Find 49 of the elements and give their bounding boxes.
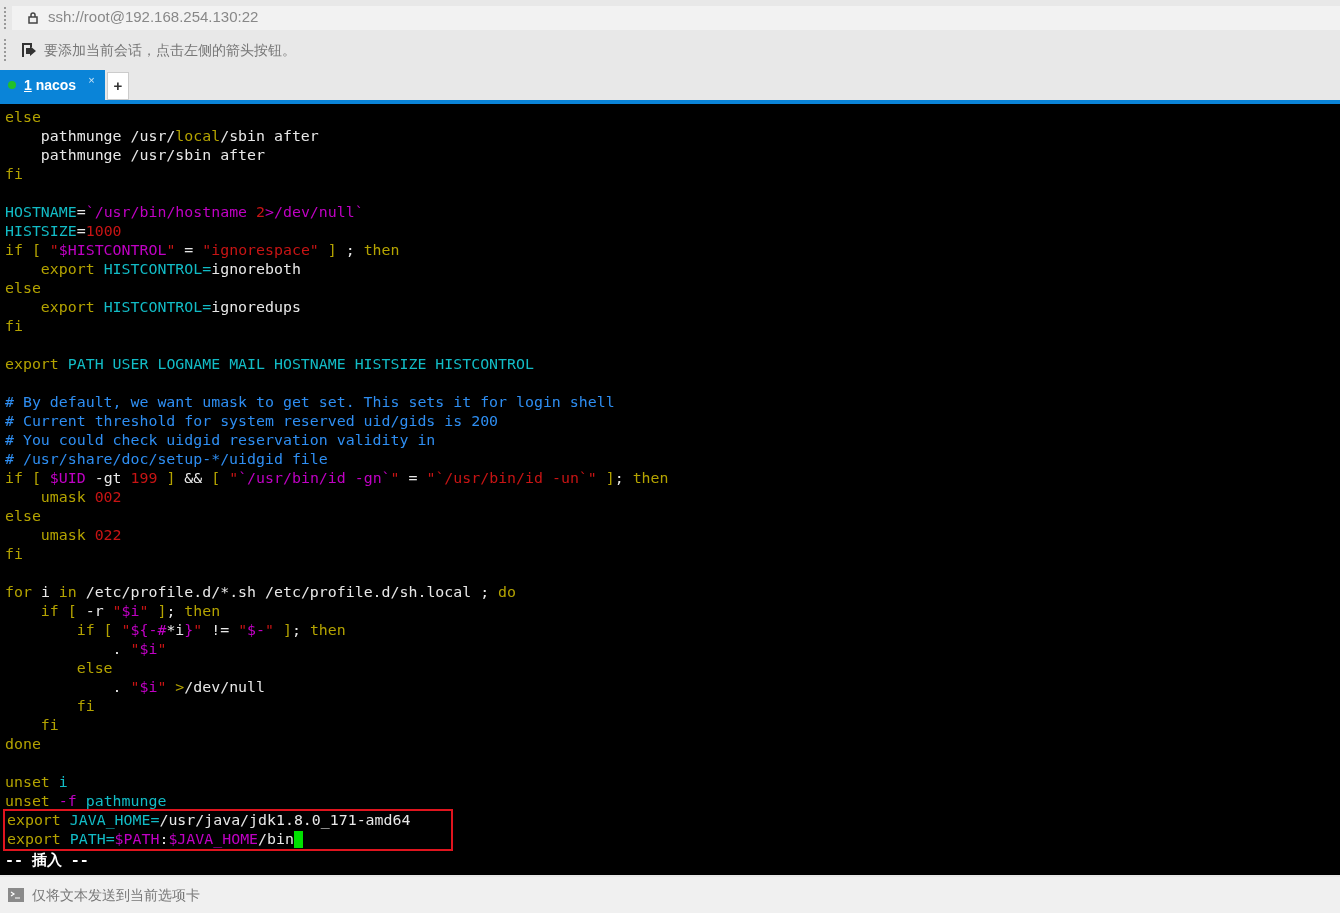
code-line: # Current threshold for system reserved uid/gids is 200 [5,412,499,431]
code-line: fi [75,697,95,716]
code-line: export PATH USER LOGNAME MAIL HOSTNAME HISTSIZE HISTCONTROL [5,355,534,374]
code-line: # You could check uidgid reservation validity in [5,431,436,450]
grip-handle[interactable] [4,39,6,61]
grip-handle[interactable] [4,6,6,29]
code-line: . "$i" >/dev/null [111,678,265,697]
code-line: else [5,507,41,526]
session-tab[interactable]: 1 nacos × [0,70,105,100]
code-line: done [5,735,41,754]
terminal-icon[interactable] [8,888,24,902]
code-line: export JAVA_HOME=/usr/java/jdk1.8.0_171-amd64 [7,811,411,830]
send-hint-text: 仅将文本发送到当前选项卡 [32,885,200,905]
address-bar[interactable]: ssh://root@192.168.254.130:22 [12,5,1340,30]
code-line: umask 002 [39,488,122,507]
code-line: # /usr/share/doc/setup-*/uidgid file [5,450,328,469]
code-line: umask 022 [39,526,122,545]
code-line: else [5,279,41,298]
code-line: HOSTNAME=`/usr/bin/hostname 2>/dev/null` [5,203,364,222]
code-line: unset -f pathmunge [5,792,167,811]
new-tab-button[interactable]: + [107,72,129,100]
code-line: else [75,659,113,678]
code-line: fi [5,165,23,184]
code-line: for i in /etc/profile.d/*.sh /etc/profile.d/sh.local ; do [5,583,517,602]
code-line: fi [5,317,23,336]
close-tab-button[interactable]: × [88,71,95,89]
code-line: pathmunge /usr/local/sbin after [39,127,319,146]
code-line: export HISTCONTROL=ignoredups [39,298,301,317]
code-line: . "$i" [111,640,167,659]
address-text: ssh://root@192.168.254.130:22 [48,7,259,28]
mode-indicator: -- 插入 -- [5,851,89,870]
code-line: fi [39,716,59,735]
code-line: if [ "$HISTCONTROL" = "ignorespace" ] ; then [5,241,400,260]
code-line: export PATH=$PATH:$JAVA_HOME/bin [7,830,294,849]
hint-text: 要添加当前会话，点击左侧的箭头按钮。 [44,40,296,60]
code-line: unset i [5,773,68,792]
code-line: else [5,108,41,127]
code-line: export HISTCONTROL=ignoreboth [39,260,301,279]
arrow-into-box-icon[interactable] [20,41,38,59]
code-line: HISTSIZE=1000 [5,222,122,241]
code-line: if [ "${-#*i}" != "$-" ]; then [75,621,346,640]
terminal-panel[interactable] [0,104,1340,875]
code-line: pathmunge /usr/sbin after [39,146,265,165]
tab-label: 1 nacos [24,75,77,95]
lock-icon [28,11,38,24]
code-line: if [ -r "$i" ]; then [39,602,221,621]
code-line: # By default, we want umask to get set. This sets it for login shell [5,393,615,412]
code-line: fi [5,545,23,564]
code-line: if [ $UID -gt 199 ] && [ "`/usr/bin/id -gn`" = "`/usr/bin/id -un`" ]; then [5,469,669,488]
